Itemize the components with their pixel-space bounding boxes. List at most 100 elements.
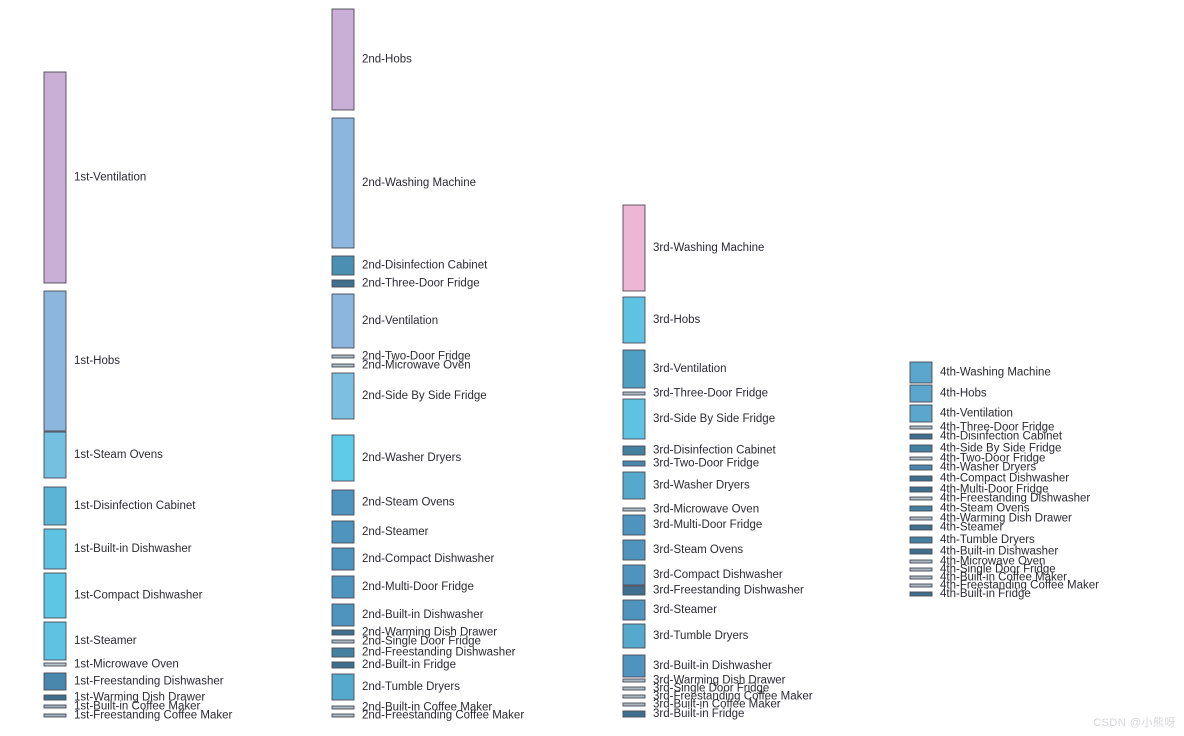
sankey-link[interactable] [354, 230, 623, 666]
sankey-node[interactable]: 3rd-Ventilation [622, 349, 727, 389]
sankey-node[interactable]: 2nd-Built-in Fridge [331, 659, 456, 671]
sankey-node-rect[interactable] [43, 662, 67, 667]
sankey-node-rect[interactable] [43, 290, 67, 432]
sankey-node-rect[interactable] [622, 204, 646, 292]
sankey-node-rect[interactable] [622, 445, 646, 456]
sankey-link[interactable] [66, 48, 332, 716]
sankey-link[interactable] [66, 529, 332, 614]
sankey-node-rect[interactable] [622, 391, 646, 396]
sankey-link[interactable] [66, 457, 332, 687]
sankey-link[interactable] [66, 206, 332, 314]
sankey-link[interactable] [66, 156, 332, 539]
sankey-link[interactable] [354, 144, 623, 332]
sankey-node-rect[interactable] [331, 629, 355, 636]
sankey-link[interactable] [66, 404, 332, 553]
sankey-link[interactable] [66, 509, 332, 700]
sankey-node-rect[interactable] [622, 507, 646, 512]
sankey-link[interactable] [66, 335, 332, 423]
sankey-node-rect[interactable] [331, 661, 355, 669]
sankey-link[interactable] [354, 356, 623, 499]
sankey-link[interactable] [66, 421, 332, 716]
sankey-node-rect[interactable] [331, 8, 355, 111]
sankey-link[interactable] [66, 364, 332, 443]
sankey-link[interactable] [66, 105, 332, 274]
sankey-link[interactable] [66, 102, 332, 357]
sankey-node-rect[interactable] [331, 489, 355, 516]
sankey-link[interactable] [354, 365, 623, 488]
sankey-node-rect[interactable] [909, 516, 933, 521]
sankey-node-rect[interactable] [43, 572, 67, 619]
sankey-link[interactable] [354, 308, 623, 514]
sankey-node-rect[interactable] [331, 603, 355, 627]
sankey-link[interactable] [645, 205, 910, 376]
sankey-link[interactable] [66, 198, 332, 650]
sankey-link[interactable] [354, 247, 623, 634]
sankey-node-rect[interactable] [622, 585, 646, 596]
sankey-node-rect[interactable] [622, 471, 646, 500]
sankey-link[interactable] [354, 188, 623, 482]
sankey-node-rect[interactable] [331, 354, 355, 359]
sankey-node-rect[interactable] [909, 591, 933, 597]
sankey-node[interactable]: 2nd-Microwave Oven [331, 360, 471, 372]
sankey-link[interactable] [645, 222, 910, 467]
sankey-link[interactable] [66, 600, 332, 624]
sankey-node[interactable]: 1st-Compact Dishwasher [43, 572, 203, 619]
sankey-link[interactable] [354, 315, 623, 451]
sankey-node[interactable]: 3rd-Disinfection Cabinet [622, 445, 777, 457]
sankey-link[interactable] [354, 364, 623, 464]
sankey-link[interactable] [354, 356, 623, 464]
sankey-node[interactable]: 3rd-Microwave Oven [622, 504, 759, 516]
sankey-node-rect[interactable] [331, 547, 355, 571]
sankey-node-rect[interactable] [43, 672, 67, 691]
sankey-link[interactable] [354, 364, 623, 449]
sankey-node[interactable]: 3rd-Washing Machine [622, 204, 764, 292]
sankey-link[interactable] [66, 365, 332, 699]
sankey-link[interactable] [66, 280, 332, 665]
sankey-link[interactable] [354, 280, 623, 402]
sankey-node-rect[interactable] [43, 704, 67, 709]
sankey-link[interactable] [66, 376, 332, 561]
sankey-link[interactable] [66, 204, 332, 444]
sankey-node[interactable]: 2nd-Washer Dryers [331, 434, 462, 482]
sankey-link[interactable] [66, 46, 332, 717]
sankey-link[interactable] [354, 356, 623, 464]
sankey-node-rect[interactable] [43, 431, 67, 479]
sankey-link[interactable] [354, 51, 623, 705]
sankey-link[interactable] [645, 430, 910, 439]
sankey-link[interactable] [354, 365, 623, 511]
sankey-link[interactable] [354, 174, 623, 682]
sankey-node[interactable]: 2nd-Side By Side Fridge [331, 372, 487, 420]
sankey-link[interactable] [645, 361, 910, 455]
sankey-link[interactable] [66, 238, 332, 302]
sankey-link[interactable] [354, 392, 623, 632]
sankey-node[interactable]: 1st-Hobs [43, 290, 120, 432]
sankey-link[interactable] [66, 532, 332, 699]
sankey-node-rect[interactable] [909, 524, 933, 531]
sankey-node-rect[interactable] [622, 398, 646, 440]
sankey-link[interactable] [645, 436, 910, 698]
sankey-node-rect[interactable] [43, 713, 67, 718]
sankey-node[interactable]: 4th-Ventilation [909, 404, 1013, 423]
sankey-link[interactable] [66, 131, 332, 685]
sankey-node-rect[interactable] [622, 686, 646, 691]
sankey-node[interactable]: 2nd-Tumble Dryers [331, 673, 460, 701]
sankey-node[interactable]: 1st-Ventilation [43, 71, 146, 284]
sankey-link[interactable] [66, 611, 332, 614]
sankey-link[interactable] [66, 560, 332, 693]
sankey-node[interactable]: 2nd-Compact Dishwasher [331, 547, 494, 571]
sankey-node-rect[interactable] [331, 705, 355, 710]
sankey-link[interactable] [66, 449, 332, 663]
sankey-node[interactable]: 4th-Built-in Fridge [909, 588, 1031, 600]
sankey-node-rect[interactable] [331, 279, 355, 288]
sankey-node-rect[interactable] [909, 475, 933, 482]
sankey-link[interactable] [66, 356, 332, 679]
sankey-link[interactable] [66, 366, 332, 404]
sankey-node-rect[interactable] [622, 514, 646, 536]
sankey-link[interactable] [66, 273, 332, 325]
sankey-node-rect[interactable] [909, 559, 933, 564]
sankey-node[interactable]: 3rd-Two-Door Fridge [622, 458, 759, 470]
sankey-link[interactable] [354, 324, 623, 652]
sankey-node-rect[interactable] [622, 349, 646, 389]
sankey-link[interactable] [66, 267, 332, 403]
sankey-link[interactable] [354, 365, 623, 455]
